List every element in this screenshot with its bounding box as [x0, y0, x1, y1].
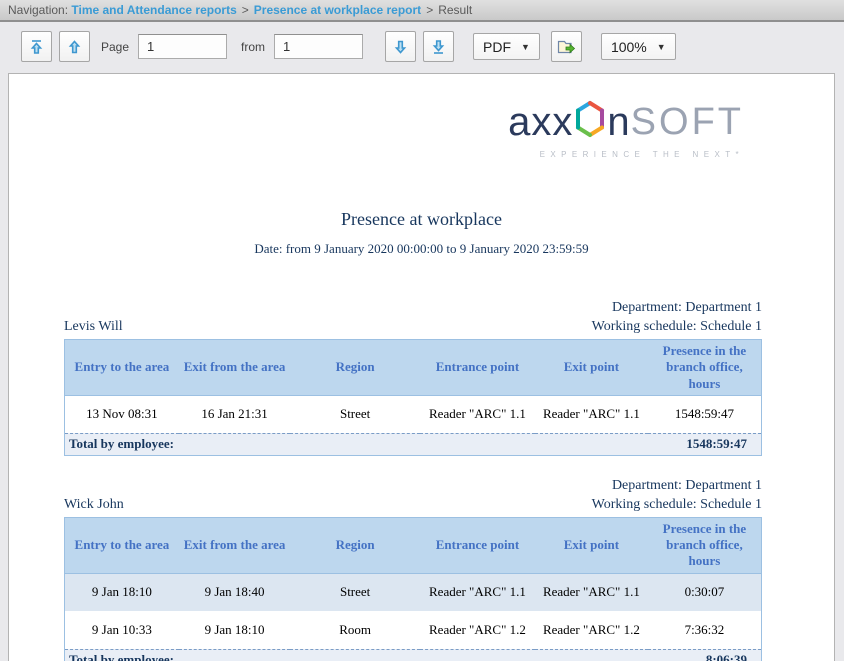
page-number-input[interactable]: [138, 34, 227, 59]
column-header: Entry to the area: [65, 340, 179, 396]
table-row: 13 Nov 08:31 16 Jan 21:31 Street Reader …: [65, 395, 762, 433]
column-header: Entry to the area: [65, 517, 179, 573]
cell-exit: 16 Jan 21:31: [179, 395, 291, 433]
last-page-button[interactable]: [423, 31, 454, 62]
cell-entrance-point: Reader "ARC" 1.1: [420, 395, 535, 433]
cell-exit-point: Reader "ARC" 1.2: [535, 611, 648, 649]
cell-exit: 9 Jan 18:10: [179, 611, 291, 649]
export-button[interactable]: [551, 31, 582, 62]
breadcrumb-prefix: Navigation:: [8, 3, 71, 17]
logo-text-axx: axx: [508, 102, 573, 142]
total-row: Total by employee: 1548:59:47: [65, 433, 762, 455]
cell-exit-point: Reader "ARC" 1.1: [535, 573, 648, 611]
column-header: Region: [290, 517, 420, 573]
toolbar: Page from PDF ▼: [0, 22, 844, 71]
column-header: Region: [290, 340, 420, 396]
column-header: Exit point: [535, 340, 648, 396]
next-page-button[interactable]: [385, 31, 416, 62]
column-header: Entrance point: [420, 517, 535, 573]
table-row: 9 Jan 18:10 9 Jan 18:40 Street Reader "A…: [65, 573, 762, 611]
previous-page-button[interactable]: [59, 31, 90, 62]
report-viewer-window: Navigation: Time and Attendance reports>…: [0, 0, 844, 661]
zoom-select[interactable]: 100% ▼: [601, 33, 676, 60]
chevron-down-icon: ▼: [521, 42, 530, 52]
cell-presence-hours: 7:36:32: [648, 611, 762, 649]
breadcrumb-link-presence-report[interactable]: Presence at workplace report: [254, 3, 421, 17]
employee-section-wick-john: Department: Department 1 Wick John Worki…: [64, 477, 762, 661]
employee-name: Levis Will: [64, 317, 123, 336]
table-header-row: Entry to the area Exit from the area Reg…: [65, 340, 762, 396]
cell-region: Street: [290, 395, 420, 433]
total-label: Total by employee:: [65, 433, 648, 455]
breadcrumb: Navigation: Time and Attendance reports>…: [0, 0, 844, 22]
cell-presence-hours: 0:30:07: [648, 573, 762, 611]
zoom-value: 100%: [611, 39, 647, 55]
presence-table: Entry to the area Exit from the area Reg…: [64, 517, 762, 661]
employee-name: Wick John: [64, 495, 124, 514]
working-schedule-label: Working schedule: Schedule 1: [592, 317, 762, 336]
table-row: 9 Jan 10:33 9 Jan 18:10 Room Reader "ARC…: [65, 611, 762, 649]
employee-section-levis-will: Department: Department 1 Levis Will Work…: [64, 299, 762, 456]
breadcrumb-separator: >: [237, 3, 254, 17]
chevron-down-icon: ▼: [657, 42, 666, 52]
from-label: from: [241, 40, 265, 54]
report-page: axx n SOFT EXPE: [8, 73, 835, 661]
department-label: Department: Department 1: [64, 477, 762, 495]
report-title: Presence at workplace: [9, 209, 834, 230]
arrow-up-icon: [67, 39, 82, 55]
arrow-down-to-line-icon: [431, 39, 446, 55]
axxonsoft-logo: axx n SOFT EXPE: [9, 100, 744, 159]
cell-exit-point: Reader "ARC" 1.1: [535, 395, 648, 433]
column-header: Exit from the area: [179, 517, 291, 573]
working-schedule-label: Working schedule: Schedule 1: [592, 495, 762, 514]
presence-table: Entry to the area Exit from the area Reg…: [64, 339, 762, 456]
export-format-select[interactable]: PDF ▼: [473, 33, 540, 60]
cell-entrance-point: Reader "ARC" 1.2: [420, 611, 535, 649]
breadcrumb-current: Result: [438, 3, 472, 17]
first-page-button[interactable]: [21, 31, 52, 62]
column-header: Presence in the branch office, hours: [648, 340, 762, 396]
export-report-icon: [557, 38, 576, 55]
cell-region: Street: [290, 573, 420, 611]
total-label: Total by employee:: [65, 649, 648, 661]
column-header: Entrance point: [420, 340, 535, 396]
total-row: Total by employee: 8:06:39: [65, 649, 762, 661]
cell-entry: 9 Jan 10:33: [65, 611, 179, 649]
export-format-value: PDF: [483, 39, 511, 55]
logo-text-n: n: [607, 102, 630, 142]
total-value: 8:06:39: [648, 649, 762, 661]
arrow-down-icon: [393, 39, 408, 55]
department-label: Department: Department 1: [64, 299, 762, 317]
total-value: 1548:59:47: [648, 433, 762, 455]
hexagon-o-icon: [574, 100, 606, 143]
cell-region: Room: [290, 611, 420, 649]
table-header-row: Entry to the area Exit from the area Reg…: [65, 517, 762, 573]
arrow-up-to-line-icon: [29, 39, 44, 55]
breadcrumb-separator: >: [421, 3, 438, 17]
total-pages-input[interactable]: [274, 34, 363, 59]
column-header: Presence in the branch office, hours: [648, 517, 762, 573]
page-label: Page: [101, 40, 129, 54]
breadcrumb-link-time-attendance[interactable]: Time and Attendance reports: [71, 3, 236, 17]
column-header: Exit from the area: [179, 340, 291, 396]
cell-entrance-point: Reader "ARC" 1.1: [420, 573, 535, 611]
logo-tagline: EXPERIENCE THE NEXT*: [540, 150, 744, 159]
cell-entry: 9 Jan 18:10: [65, 573, 179, 611]
logo-text-soft: SOFT: [631, 103, 744, 141]
cell-presence-hours: 1548:59:47: [648, 395, 762, 433]
column-header: Exit point: [535, 517, 648, 573]
cell-entry: 13 Nov 08:31: [65, 395, 179, 433]
report-date-range: Date: from 9 January 2020 00:00:00 to 9 …: [9, 241, 834, 257]
cell-exit: 9 Jan 18:40: [179, 573, 291, 611]
